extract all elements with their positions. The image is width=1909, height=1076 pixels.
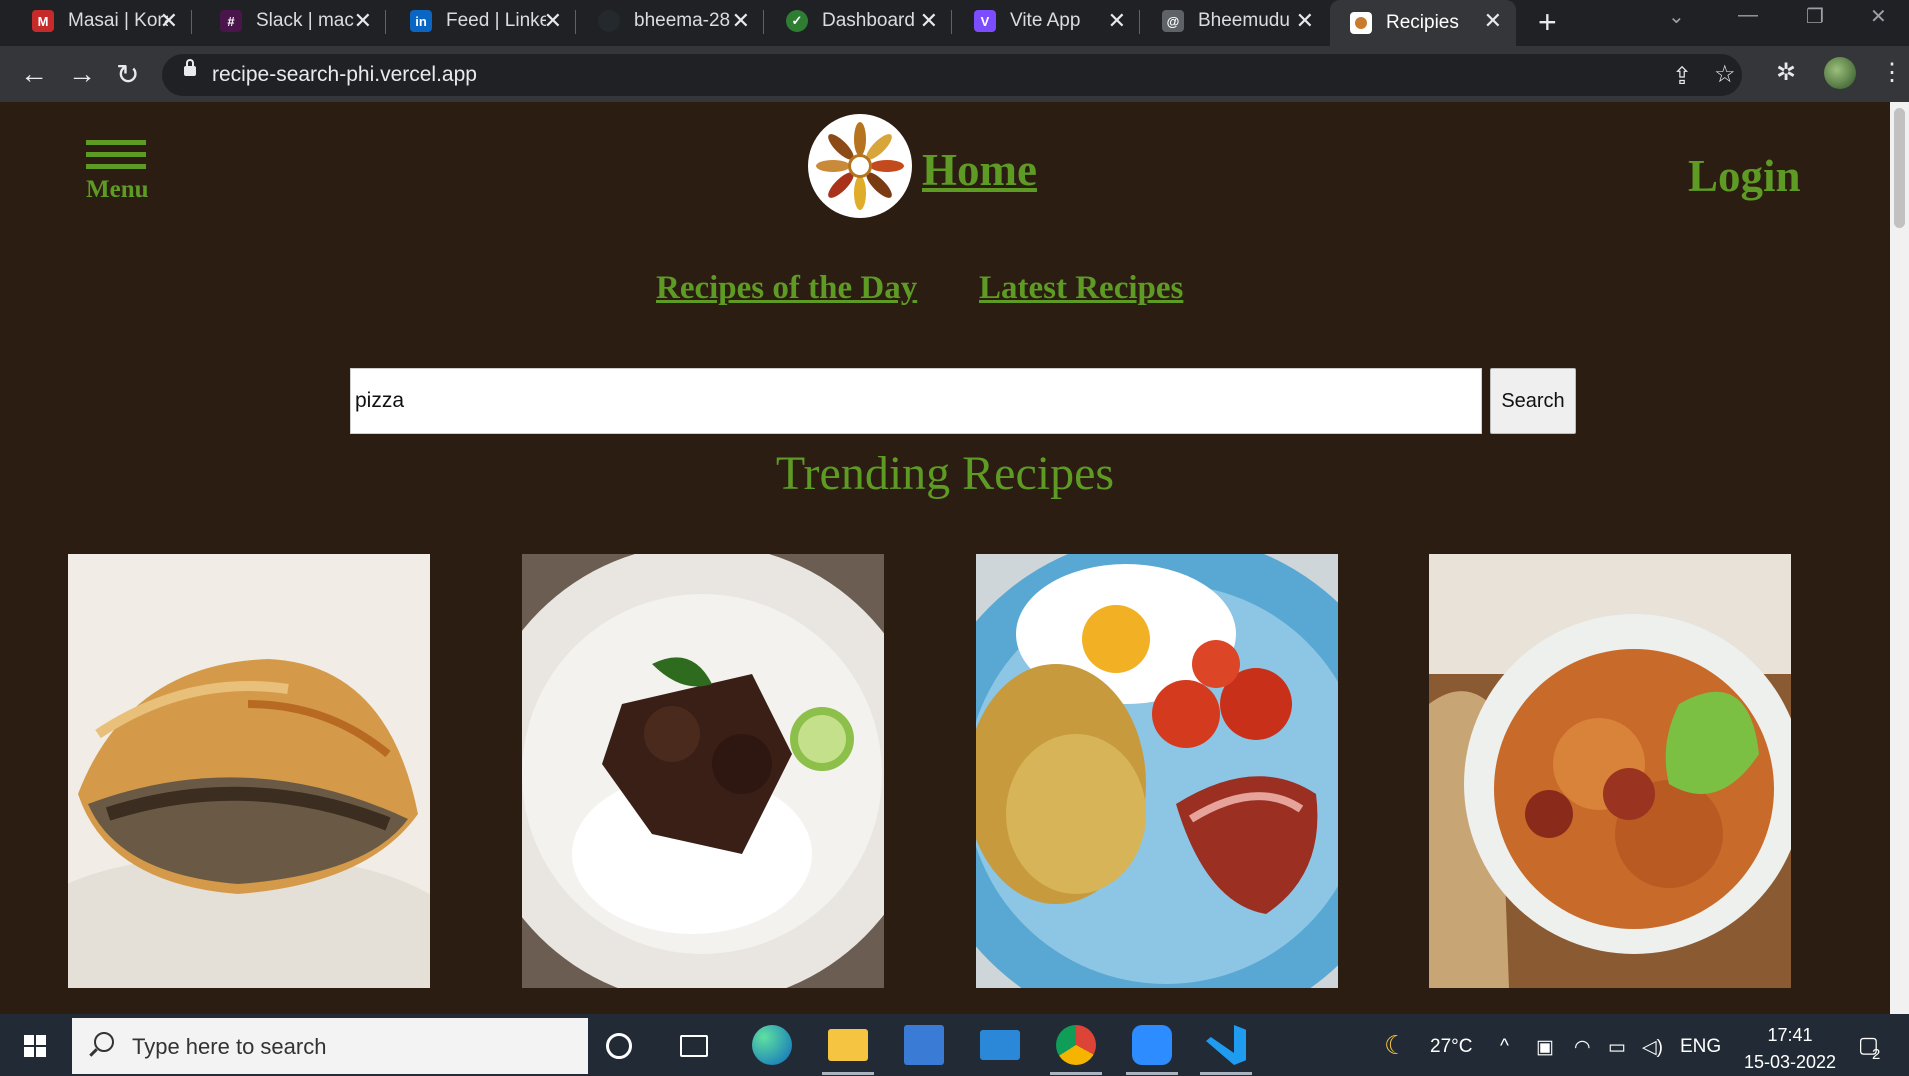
breakfast-plate-image xyxy=(976,554,1338,988)
more-menu-icon[interactable]: ⋮ xyxy=(1880,58,1904,87)
beef-rice-image xyxy=(522,554,884,988)
recipe-page: Menu Home Login Recipes of the Day Lates… xyxy=(0,102,1890,1014)
search-icon xyxy=(94,1032,114,1052)
hamburger-icon xyxy=(86,140,146,145)
linkedin-icon: in xyxy=(410,10,432,32)
reload-icon[interactable]: ↻ xyxy=(116,58,139,91)
scrollbar-thumb[interactable] xyxy=(1894,108,1905,228)
tab-masai[interactable]: M Masai | Kora ✕ xyxy=(12,0,192,42)
browser-tabstrip: M Masai | Kora ✕ # Slack | mac ✕ in Feed… xyxy=(0,0,1909,46)
extensions-icon[interactable]: ✲ xyxy=(1776,58,1796,87)
restore-icon[interactable]: ❐ xyxy=(1806,4,1824,29)
tab-slack[interactable]: # Slack | mac ✕ xyxy=(200,0,386,42)
close-icon[interactable]: ✕ xyxy=(544,8,562,34)
search-input[interactable] xyxy=(350,368,1482,434)
close-icon[interactable]: ✕ xyxy=(1296,8,1314,34)
profile-avatar[interactable] xyxy=(1824,57,1856,89)
recipe-card[interactable] xyxy=(1429,554,1791,988)
task-view-icon[interactable] xyxy=(680,1035,708,1057)
notification-count: 2 xyxy=(1872,1046,1881,1063)
weather-moon-icon[interactable]: ☾ xyxy=(1384,1030,1407,1061)
tray-chevron-icon[interactable]: ^ xyxy=(1500,1036,1509,1058)
tab-linkedin[interactable]: in Feed | Linke ✕ xyxy=(390,0,576,42)
home-link[interactable]: Home xyxy=(922,144,1037,196)
login-link[interactable]: Login xyxy=(1688,150,1801,202)
store-icon[interactable] xyxy=(904,1025,944,1065)
minimize-icon[interactable]: — xyxy=(1738,4,1758,27)
edge-icon[interactable] xyxy=(752,1025,792,1065)
search-button[interactable]: Search xyxy=(1490,368,1576,434)
chrome-icon[interactable] xyxy=(1056,1025,1096,1065)
tab-github[interactable]: bheema-28 ✕ xyxy=(578,0,764,42)
cortana-icon[interactable] xyxy=(606,1033,632,1059)
language-indicator[interactable]: ENG xyxy=(1680,1036,1721,1058)
sauerkraut-stew-image xyxy=(1429,554,1791,988)
battery-icon[interactable]: ▭ xyxy=(1608,1036,1626,1059)
zoom-icon[interactable] xyxy=(1132,1025,1172,1065)
address-bar[interactable]: recipe-search-phi.vercel.app ⇪ ☆ xyxy=(162,54,1742,96)
check-icon: ✓ xyxy=(786,10,808,32)
weather-text[interactable]: 27°C xyxy=(1430,1036,1472,1058)
back-icon[interactable]: ← xyxy=(20,58,48,90)
recipe-card[interactable] xyxy=(522,554,884,988)
latest-recipes-link[interactable]: Latest Recipes xyxy=(979,270,1183,307)
new-tab-icon[interactable]: + xyxy=(1538,4,1557,41)
tab-search-icon[interactable]: ⌄ xyxy=(1668,4,1685,29)
taskbar-search[interactable]: Type here to search xyxy=(72,1018,588,1074)
close-icon[interactable]: ✕ xyxy=(1484,8,1502,34)
forward-icon[interactable]: → xyxy=(68,58,96,90)
site-logo[interactable] xyxy=(808,114,912,218)
taskbar-clock[interactable]: 17:41 15-03-2022 xyxy=(1730,1022,1850,1076)
tab-bheemudu[interactable]: @ Bheemudu ✕ xyxy=(1142,0,1328,42)
bookmark-star-icon[interactable]: ☆ xyxy=(1714,60,1736,89)
share-icon[interactable]: ⇪ xyxy=(1672,62,1692,91)
recipe-card[interactable] xyxy=(68,554,430,988)
meat-pie-image xyxy=(68,554,430,988)
wifi-icon[interactable]: ◠ xyxy=(1574,1036,1591,1059)
vscode-icon[interactable] xyxy=(1206,1025,1246,1065)
window-close-icon[interactable]: ✕ xyxy=(1870,4,1887,29)
file-explorer-icon[interactable] xyxy=(828,1029,868,1061)
tab-dashboard[interactable]: ✓ Dashboard ✕ xyxy=(766,0,952,42)
tab-vite[interactable]: V Vite App ✕ xyxy=(954,0,1140,42)
windows-start-icon[interactable] xyxy=(24,1035,46,1057)
recipes-of-the-day-link[interactable]: Recipes of the Day xyxy=(656,270,917,307)
page-scrollbar[interactable] xyxy=(1890,102,1909,1014)
meet-now-icon[interactable]: ▣ xyxy=(1536,1036,1554,1059)
masai-icon: M xyxy=(32,10,54,32)
vite-icon: V xyxy=(974,10,996,32)
close-icon[interactable]: ✕ xyxy=(920,8,938,34)
close-icon[interactable]: ✕ xyxy=(1108,8,1126,34)
recipe-card[interactable] xyxy=(976,554,1338,988)
url-text[interactable]: recipe-search-phi.vercel.app xyxy=(212,63,477,87)
trending-title: Trending Recipes xyxy=(775,447,1115,500)
portfolio-icon: @ xyxy=(1162,10,1184,32)
lock-icon xyxy=(184,59,196,76)
tab-recipies[interactable]: Recipies ✕ xyxy=(1330,0,1516,46)
close-icon[interactable]: ✕ xyxy=(160,8,178,34)
menu-label: Menu xyxy=(86,176,149,203)
close-icon[interactable]: ✕ xyxy=(354,8,372,34)
close-icon[interactable]: ✕ xyxy=(732,8,750,34)
mail-icon[interactable] xyxy=(980,1030,1020,1060)
windows-taskbar: Type here to search ☾ 27°C ^ ▣ ◠ ▭ ◁) EN… xyxy=(0,1014,1909,1076)
volume-icon[interactable]: ◁) xyxy=(1642,1036,1663,1059)
slack-icon: # xyxy=(220,10,242,32)
recipe-logo-icon xyxy=(1350,12,1372,34)
menu-button[interactable]: Menu xyxy=(86,140,149,204)
browser-toolbar: ← → ↻ recipe-search-phi.vercel.app ⇪ ☆ ✲… xyxy=(0,46,1909,102)
github-icon xyxy=(598,10,620,32)
